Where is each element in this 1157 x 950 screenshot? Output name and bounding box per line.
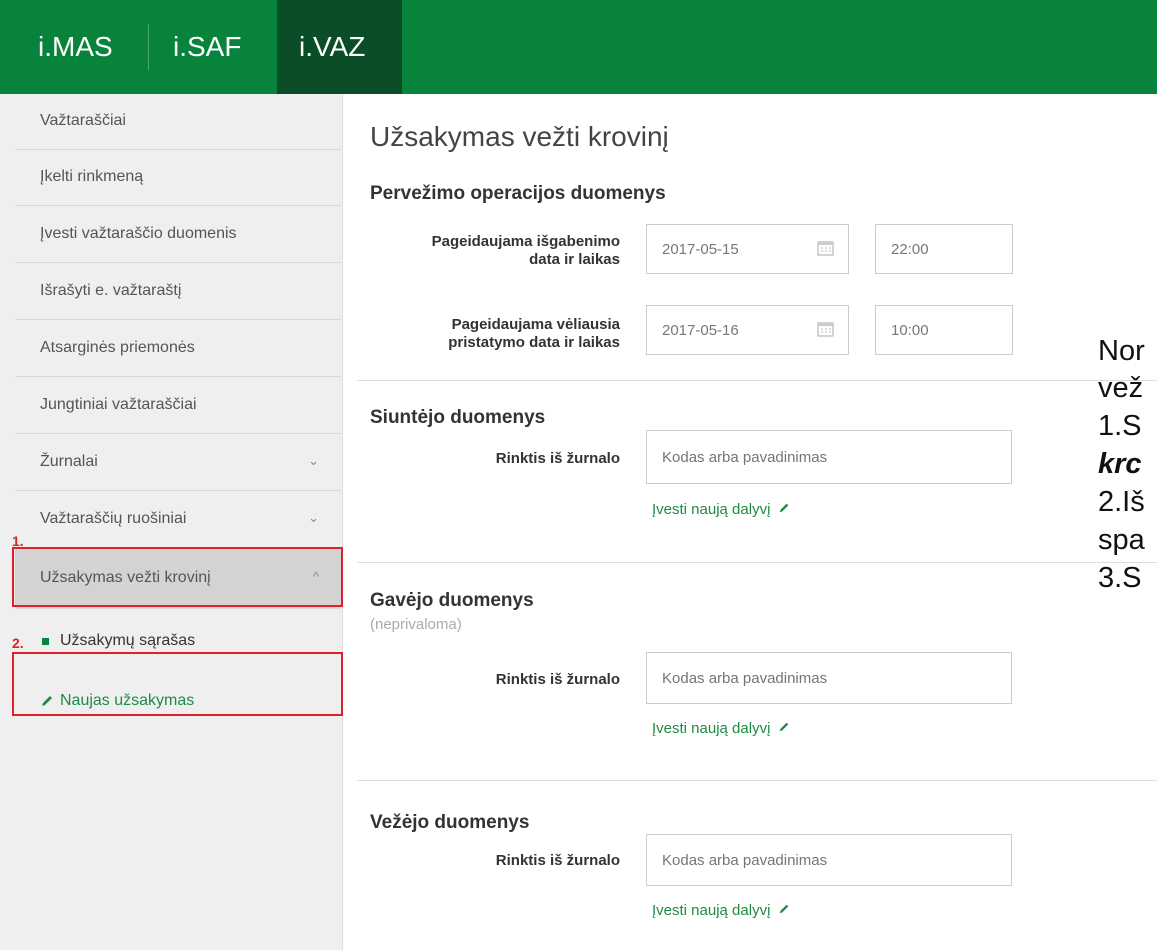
subitem-label: Užsakymų sąrašas [60, 632, 196, 649]
sidebar-item-vaztarasciai[interactable]: Važtaraščiai [15, 94, 341, 150]
carrier-search-input[interactable] [646, 834, 1012, 886]
note-line: vež [1098, 372, 1144, 404]
field-label-departure: Pageidaujama išgabenimo data ir laikas [431, 233, 620, 268]
sidebar-item-label: Įvesti važtaraščio duomenis [40, 225, 237, 242]
calendar-icon[interactable] [817, 320, 834, 337]
sidebar-item-ruosiniai[interactable]: Važtaraščių ruošiniai ⌄ [15, 492, 341, 548]
chevron-down-icon: ⌄ [308, 510, 319, 525]
tab-ivaz[interactable]: i.VAZ [277, 0, 402, 94]
carrier-new-participant-link[interactable]: Įvesti naują dalyvį [652, 902, 790, 919]
note-line: spa [1098, 524, 1145, 556]
optional-note: (neprivaloma) [370, 616, 462, 633]
annotation-number-2: 2. [12, 635, 24, 651]
section-heading-sender: Siuntėjo duomenys [370, 407, 546, 428]
section-heading-receiver: Gavėjo duomenys [370, 590, 534, 611]
section-heading-carrier: Vežėjo duomenys [370, 812, 530, 833]
sidebar-item-label: Jungtiniai važtaraščiai [40, 396, 197, 413]
square-bullet-icon [42, 638, 49, 645]
sidebar-item-label: Važtaraščių ruošiniai [40, 510, 187, 527]
pencil-icon [779, 722, 788, 732]
annotation-box-2 [12, 652, 343, 716]
tab-imas[interactable]: i.MAS [38, 0, 113, 94]
sender-search-input[interactable] [646, 430, 1012, 484]
sidebar-item-label: Važtaraščiai [40, 112, 126, 129]
calendar-icon[interactable] [817, 239, 834, 256]
receiver-search-input[interactable] [646, 652, 1012, 704]
sender-new-participant-link[interactable]: Įvesti naują dalyvį [652, 501, 790, 518]
sidebar-item-label: Žurnalai [40, 453, 98, 470]
section-heading-transport: Pervežimo operacijos duomenys [370, 183, 666, 204]
field-label-arrival: Pageidaujama vėliausia pristatymo data i… [448, 316, 620, 351]
pencil-icon [779, 503, 788, 513]
field-label-receiver: Rinktis iš žurnalo [495, 671, 620, 688]
sidebar-item-zurnalai[interactable]: Žurnalai ⌄ [15, 435, 341, 491]
pencil-icon [779, 904, 788, 914]
sidebar-item-label: Įkelti rinkmeną [40, 168, 144, 185]
top-navigation-bar: i.MAS i.SAF i.VAZ [0, 0, 1157, 94]
field-label-carrier: Rinktis iš žurnalo [495, 852, 620, 869]
receiver-new-participant-link[interactable]: Įvesti naują dalyvį [652, 720, 790, 737]
arrival-time-input[interactable]: 10:00 [875, 305, 1013, 355]
sidebar-item-label: Išrašyti e. važtaraštį [40, 282, 182, 299]
departure-date-input[interactable]: 2017-05-15 [646, 224, 849, 274]
sidebar: Važtaraščiai Įkelti rinkmeną Įvesti važt… [0, 94, 343, 950]
sidebar-item-label: Atsarginės priemonės [40, 339, 195, 356]
field-label-sender: Rinktis iš žurnalo [495, 450, 620, 467]
page-title: Užsakymas vežti krovinį [370, 121, 669, 152]
sidebar-item-jungtiniai[interactable]: Jungtiniai važtaraščiai [15, 378, 341, 434]
note-line: 2.Iš [1098, 486, 1145, 518]
sidebar-item-ivesti-duomenis[interactable]: Įvesti važtaraščio duomenis [15, 207, 341, 263]
chevron-down-icon: ⌄ [308, 453, 319, 468]
note-line: 3.S [1098, 562, 1142, 594]
note-line: 1.S [1098, 410, 1142, 442]
departure-time-input[interactable]: 22:00 [875, 224, 1013, 274]
divider [357, 780, 1157, 781]
arrival-date-input[interactable]: 2017-05-16 [646, 305, 849, 355]
sidebar-item-atsargines[interactable]: Atsarginės priemonės [15, 321, 341, 377]
note-line: Nor [1098, 335, 1145, 367]
sidebar-item-ikelti-rinkmena[interactable]: Įkelti rinkmeną [15, 150, 341, 206]
divider [357, 562, 1157, 563]
sidebar-item-israsyti[interactable]: Išrašyti e. važtaraštį [15, 264, 341, 320]
divider [357, 380, 1157, 381]
note-line: krc [1098, 448, 1142, 480]
tab-separator [148, 24, 149, 70]
tab-isaf[interactable]: i.SAF [173, 0, 241, 94]
annotation-box-1 [12, 547, 343, 607]
